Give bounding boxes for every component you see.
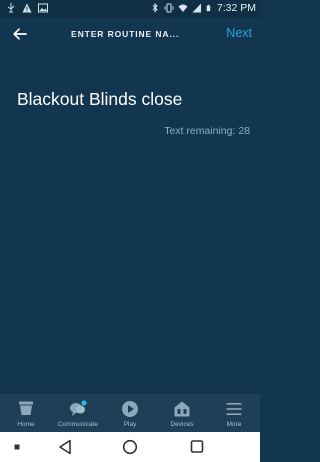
play-icon: [122, 401, 138, 417]
nav-label-more: More: [226, 421, 242, 428]
status-bar: 7:32 PM: [0, 0, 260, 18]
next-button[interactable]: Next: [226, 25, 252, 41]
overview-square-icon[interactable]: [190, 439, 204, 455]
nav-item-play[interactable]: Play: [104, 394, 156, 432]
warning-icon: [22, 3, 32, 13]
status-right-icons: 7:32 PM: [150, 2, 256, 14]
status-time: 7:32 PM: [216, 2, 256, 14]
arrow-left-icon: [13, 28, 27, 40]
nav-item-communicate[interactable]: Communicate: [52, 394, 104, 432]
bottom-nav: Home Communicate Play Devices More: [0, 394, 260, 432]
bluetooth-icon: [152, 3, 158, 13]
back-triangle-icon[interactable]: [58, 439, 72, 455]
page-title: ENTER ROUTINE NA...: [71, 29, 180, 39]
nav-item-more[interactable]: More: [208, 394, 260, 432]
system-nav-bar: [0, 432, 260, 462]
battery-icon: [206, 4, 211, 12]
wifi-icon: [178, 4, 188, 12]
nav-item-devices[interactable]: Devices: [156, 394, 208, 432]
status-left-icons: [6, 3, 48, 13]
back-button[interactable]: [10, 25, 30, 43]
devices-house-icon: [174, 401, 190, 417]
image-icon: [38, 3, 48, 13]
home-icon: [19, 401, 33, 415]
vibrate-icon: [164, 3, 174, 13]
app-header: ENTER ROUTINE NA... Next: [0, 18, 260, 50]
nav-label-communicate: Communicate: [57, 421, 99, 428]
chat-bubbles-icon: [70, 400, 87, 416]
recent-dot-icon[interactable]: [14, 444, 20, 450]
signal-icon: [192, 3, 201, 13]
home-circle-icon[interactable]: [122, 439, 138, 455]
nav-label-home: Home: [17, 421, 35, 428]
nav-item-home[interactable]: Home: [0, 394, 52, 432]
nav-label-devices: Devices: [170, 421, 194, 428]
nav-label-play: Play: [123, 421, 137, 428]
routine-name-input[interactable]: Blackout Blinds close: [17, 88, 247, 110]
menu-lines-icon: [226, 403, 242, 415]
notification-badge: [81, 400, 87, 406]
text-remaining-counter: Text remaining: 28: [164, 125, 250, 137]
usb-icon: [7, 3, 15, 13]
